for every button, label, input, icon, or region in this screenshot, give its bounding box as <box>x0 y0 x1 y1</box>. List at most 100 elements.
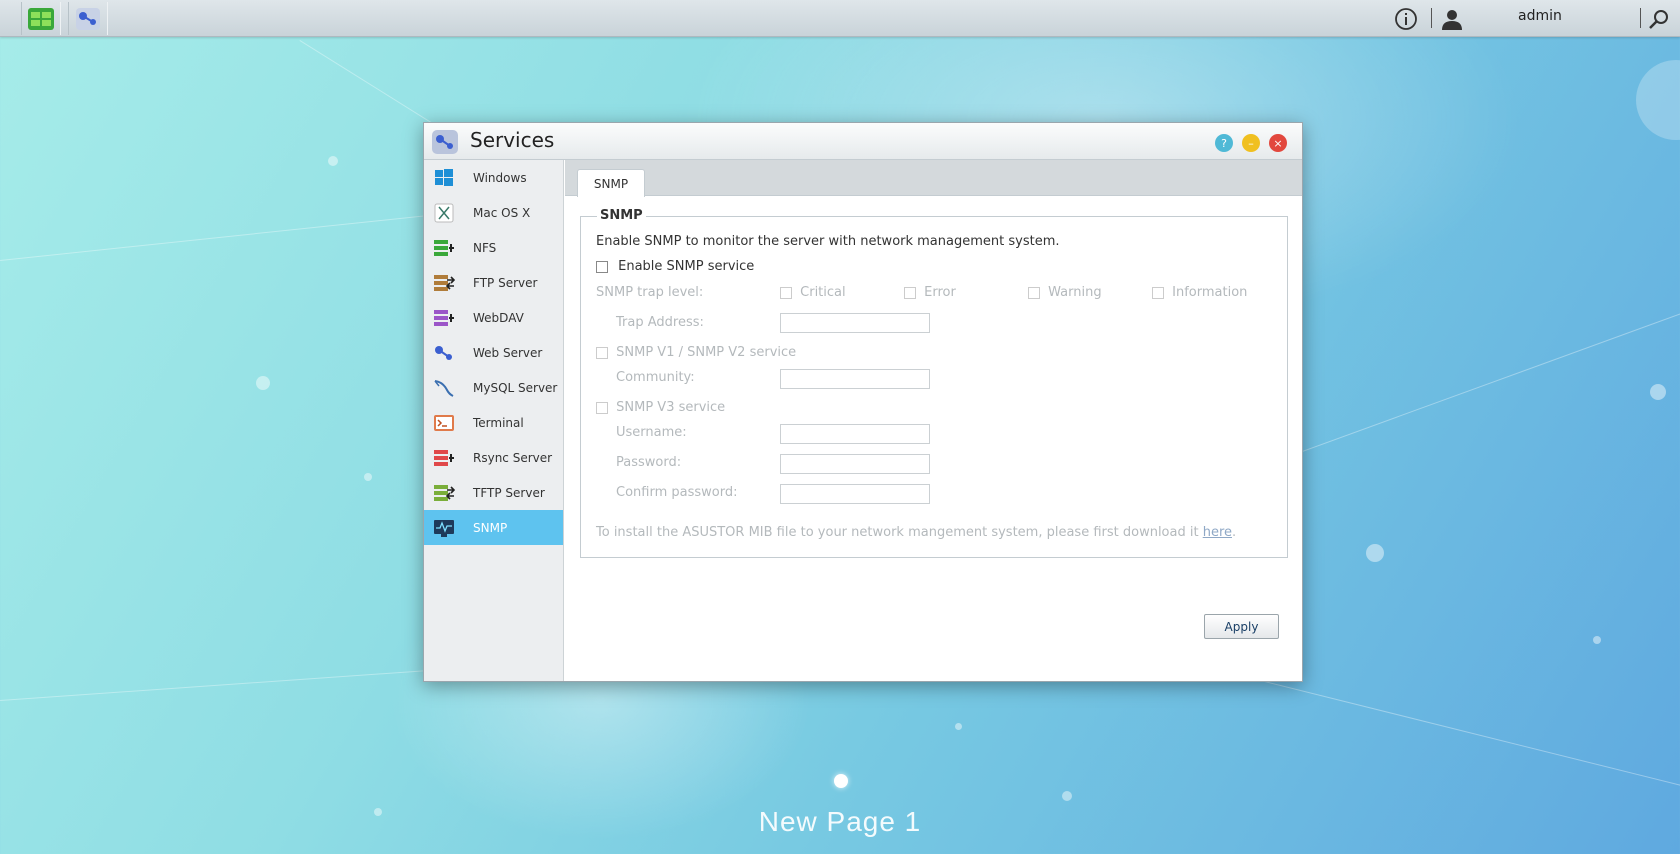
trap-address-label: Trap Address: <box>616 315 704 330</box>
snmp-v1v2-label: SNMP V1 / SNMP V2 service <box>616 345 797 360</box>
sidebar-item-terminal[interactable]: Terminal <box>424 405 563 440</box>
snmp-group-legend: SNMP <box>597 208 646 223</box>
sidebar-item-label: WebDAV <box>473 310 524 325</box>
divider <box>1431 8 1432 28</box>
windows-icon <box>433 167 455 189</box>
sidebar-item-ftp[interactable]: FTP Server <box>424 265 563 300</box>
desktop-page-label: New Page 1 <box>758 806 922 837</box>
divider <box>1640 8 1641 28</box>
trap-level-error-label: Error <box>924 285 956 300</box>
web-server-icon <box>433 342 455 364</box>
username-label[interactable]: admin <box>1518 8 1562 24</box>
password-label: Password: <box>616 455 682 470</box>
search-icon <box>1649 9 1668 29</box>
sidebar-item-webdav[interactable]: WebDAV <box>424 300 563 335</box>
mib-download-link[interactable]: here <box>1203 525 1232 540</box>
trap-critical-checkbox[interactable] <box>780 286 792 299</box>
sidebar-item-label: Mac OS X <box>473 205 531 220</box>
user-button[interactable] <box>1440 0 1464 37</box>
trap-level-error: Error <box>904 285 956 300</box>
trap-level-warning-label: Warning <box>1048 285 1102 300</box>
trap-level-critical-label: Critical <box>800 285 846 300</box>
tab-snmp[interactable]: SNMP <box>577 169 645 197</box>
snmp-settings-group: SNMP Enable SNMP to monitor the server w… <box>580 208 1288 558</box>
webdav-icon <box>433 307 455 329</box>
enable-snmp-row: Enable SNMP service <box>596 259 754 274</box>
close-icon[interactable]: × <box>1269 134 1287 152</box>
snmp-v3-label: SNMP V3 service <box>616 400 726 415</box>
sidebar-item-label: FTP Server <box>473 275 538 290</box>
password-input[interactable] <box>780 454 930 474</box>
sidebar-item-macosx[interactable]: Mac OS X <box>424 195 563 230</box>
mac-icon <box>433 202 455 224</box>
trap-level-information: Information <box>1152 285 1247 300</box>
help-icon[interactable]: ? <box>1215 134 1233 152</box>
services-icon <box>432 130 458 154</box>
app-grid-icon <box>28 7 54 30</box>
nfs-icon <box>433 237 455 259</box>
services-icon <box>76 7 100 30</box>
trap-address-input[interactable] <box>780 313 930 333</box>
snmp-icon <box>433 517 455 539</box>
snmp-description: Enable SNMP to monitor the server with n… <box>596 234 1060 249</box>
trap-warning-checkbox[interactable] <box>1028 286 1040 299</box>
sidebar-item-label: TFTP Server <box>473 485 545 500</box>
sidebar-item-snmp[interactable]: SNMP <box>424 510 563 545</box>
sidebar-item-label: Terminal <box>473 415 524 430</box>
ftp-icon <box>433 272 455 294</box>
page-indicator-dot[interactable] <box>834 774 848 788</box>
sidebar-item-label: Windows <box>473 170 527 185</box>
services-sidebar: Windows Mac OS X NFS FTP Server WebDAV W… <box>424 160 564 681</box>
enable-snmp-label[interactable]: Enable SNMP service <box>618 259 754 274</box>
trap-level-critical: Critical <box>780 285 846 300</box>
mysql-icon <box>433 377 455 399</box>
mib-download-text: To install the ASUSTOR MIB file to your … <box>596 525 1203 540</box>
mib-download-note: To install the ASUSTOR MIB file to your … <box>596 525 1236 540</box>
trap-level-warning: Warning <box>1028 285 1102 300</box>
snmp-v3-checkbox[interactable] <box>596 401 608 414</box>
services-window: Services ? – × Windows Mac OS X NFS FTP … <box>423 122 1303 682</box>
snmp-v1v2-row: SNMP V1 / SNMP V2 service <box>596 345 796 360</box>
sidebar-item-label: NFS <box>473 240 497 255</box>
services-app-button[interactable] <box>68 2 108 35</box>
trap-level-information-label: Information <box>1172 285 1248 300</box>
apply-button[interactable]: Apply <box>1204 614 1279 639</box>
sidebar-item-web-server[interactable]: Web Server <box>424 335 563 370</box>
community-label: Community: <box>616 370 695 385</box>
search-button[interactable] <box>1648 0 1670 37</box>
confirm-password-label: Confirm password: <box>616 485 738 500</box>
username-label: Username: <box>616 425 687 440</box>
rsync-icon <box>433 447 455 469</box>
info-icon <box>1395 7 1417 30</box>
app-manager-button[interactable] <box>21 2 61 35</box>
terminal-icon <box>433 412 455 434</box>
trap-information-checkbox[interactable] <box>1152 286 1164 299</box>
info-button[interactable] <box>1394 0 1418 37</box>
window-title: Services <box>470 128 555 152</box>
sidebar-item-label: SNMP <box>473 520 508 535</box>
username-input[interactable] <box>780 424 930 444</box>
user-icon <box>1442 9 1462 30</box>
trap-error-checkbox[interactable] <box>904 286 916 299</box>
sidebar-item-tftp[interactable]: TFTP Server <box>424 475 563 510</box>
enable-snmp-checkbox[interactable] <box>596 260 608 273</box>
tab-strip: SNMP <box>565 160 1302 197</box>
services-content: SNMP SNMP Enable SNMP to monitor the ser… <box>565 160 1302 681</box>
confirm-password-input[interactable] <box>780 484 930 504</box>
taskbar: admin <box>0 0 1680 37</box>
sidebar-item-label: Rsync Server <box>473 450 553 465</box>
sidebar-item-mysql[interactable]: MySQL Server <box>424 370 563 405</box>
window-titlebar[interactable]: Services ? – × <box>424 123 1302 160</box>
sidebar-item-label: MySQL Server <box>473 380 558 395</box>
snmp-v1v2-checkbox[interactable] <box>596 346 608 359</box>
trap-level-label: SNMP trap level: <box>596 285 704 300</box>
mib-download-end: . <box>1232 525 1237 540</box>
sidebar-item-label: Web Server <box>473 345 543 360</box>
sidebar-item-windows[interactable]: Windows <box>424 160 563 195</box>
sidebar-item-nfs[interactable]: NFS <box>424 230 563 265</box>
sidebar-item-rsync[interactable]: Rsync Server <box>424 440 563 475</box>
community-input[interactable] <box>780 369 930 389</box>
snmp-v3-row: SNMP V3 service <box>596 400 725 415</box>
tftp-icon <box>433 482 455 504</box>
minimize-icon[interactable]: – <box>1242 134 1260 152</box>
